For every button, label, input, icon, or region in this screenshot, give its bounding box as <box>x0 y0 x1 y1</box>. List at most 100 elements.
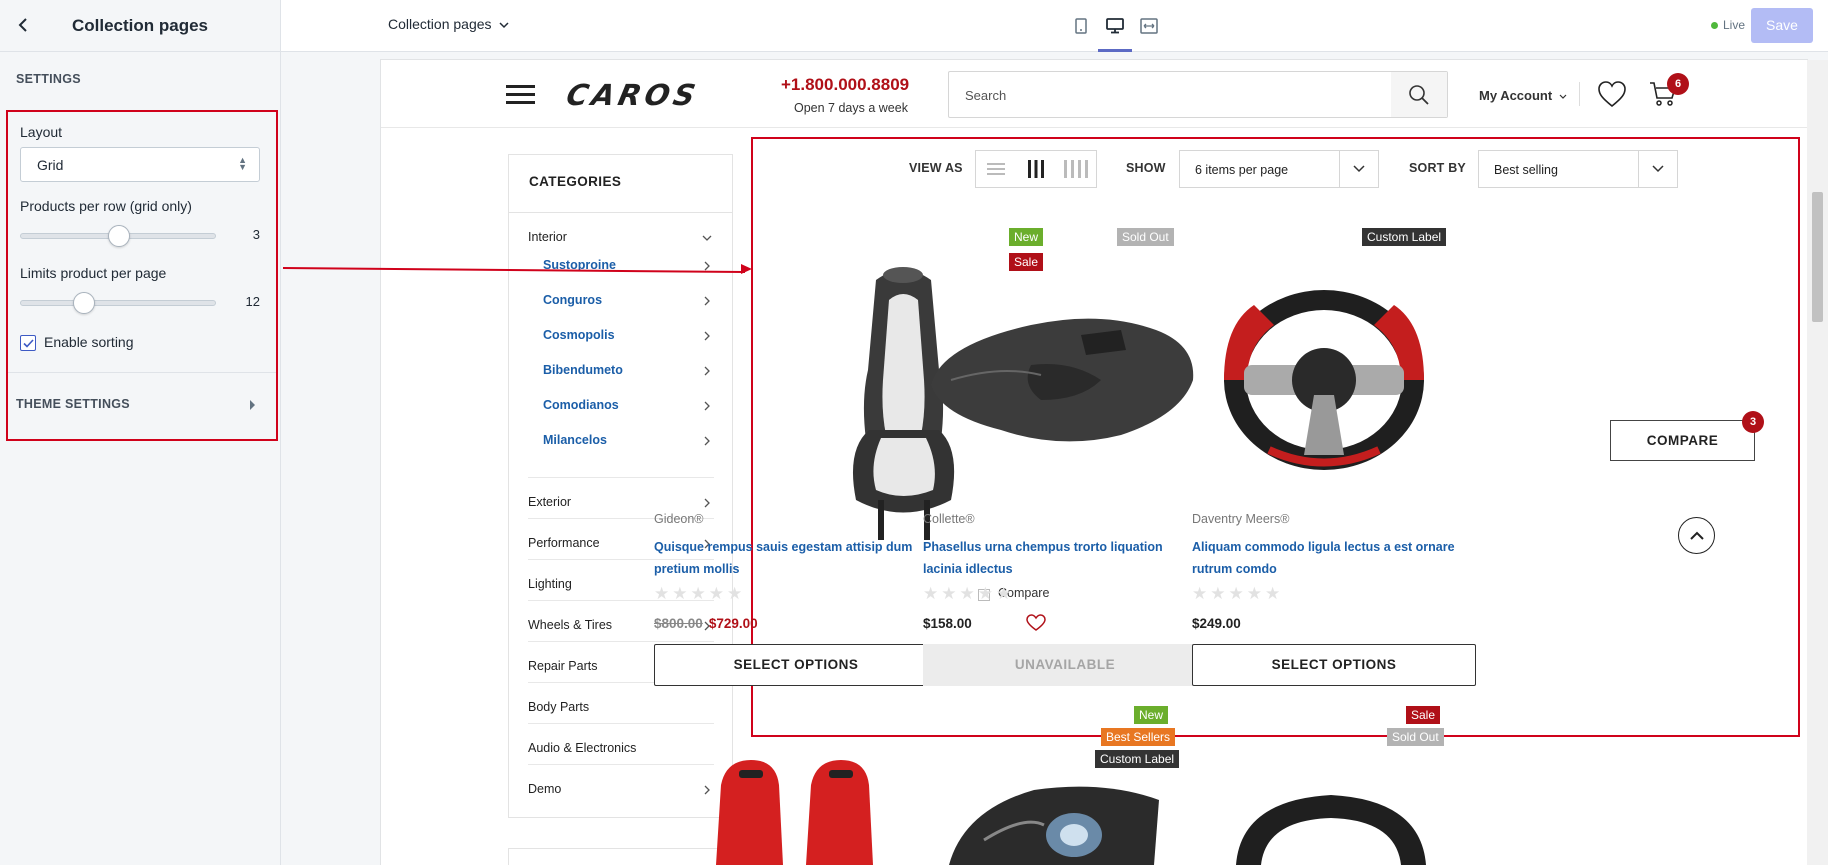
category-item[interactable]: Performance <box>528 536 600 550</box>
badge-custom-label: Custom Label <box>1095 750 1180 768</box>
enable-sorting-label: Enable sorting <box>44 334 134 350</box>
subcategory-item[interactable]: Conguros <box>543 293 602 307</box>
hamburger-menu-icon[interactable] <box>506 85 535 105</box>
sort-value: Best selling <box>1494 163 1558 177</box>
product-image-red-seats[interactable] <box>711 755 886 865</box>
preview-scrollbar[interactable] <box>1807 60 1828 865</box>
list-view-button[interactable] <box>976 151 1016 187</box>
chevron-down-icon <box>1353 165 1365 173</box>
mobile-icon <box>1075 18 1087 34</box>
select-options-button[interactable]: SELECT OPTIONS <box>1192 644 1476 686</box>
active-device-indicator <box>1098 49 1132 52</box>
enable-sorting-checkbox[interactable] <box>20 335 36 351</box>
save-button[interactable]: Save <box>1751 8 1813 43</box>
chevron-right-icon <box>704 331 710 341</box>
page-selector[interactable]: Collection pages <box>388 16 509 32</box>
store-logo[interactable]: CAROS <box>563 78 702 112</box>
select-options-button[interactable]: SELECT OPTIONS <box>654 644 938 686</box>
divider <box>528 723 714 724</box>
layout-label: Layout <box>20 124 63 140</box>
category-interior[interactable]: Interior <box>528 230 567 244</box>
layout-select[interactable]: Grid ▲ ▼ <box>20 147 260 182</box>
subcategory-item[interactable]: Comodianos <box>543 398 619 412</box>
list-view-icon <box>987 163 1005 175</box>
products-per-row-slider[interactable] <box>20 225 216 247</box>
divider <box>8 372 276 373</box>
product-title[interactable]: Quisque rempus sauis egestam attisip dum… <box>654 536 930 580</box>
product-vendor: Collette® <box>923 512 975 526</box>
desktop-icon <box>1106 18 1124 34</box>
divider <box>1579 82 1580 106</box>
product-image-headlight[interactable] <box>944 780 1164 865</box>
unavailable-button: UNAVAILABLE <box>923 644 1207 686</box>
product-image-steering-wheel-black[interactable] <box>1231 790 1431 865</box>
category-item[interactable]: Body Parts <box>528 700 589 714</box>
divider <box>509 212 732 213</box>
search-input[interactable]: Search <box>948 71 1448 118</box>
add-to-wishlist-button[interactable] <box>1026 614 1046 637</box>
product-image-car-hood[interactable] <box>921 305 1201 455</box>
category-item[interactable]: Repair Parts <box>528 659 597 673</box>
desktop-view-button[interactable] <box>1102 12 1128 40</box>
chevron-right-icon <box>704 296 710 306</box>
sale-price: $729.00 <box>708 616 758 631</box>
category-item[interactable]: Audio & Electronics <box>528 741 636 755</box>
search-button[interactable] <box>1391 72 1447 117</box>
category-item[interactable]: Wheels & Tires <box>528 618 612 632</box>
product-image-steering-wheel[interactable] <box>1219 285 1429 475</box>
chevron-down-icon <box>1652 165 1664 173</box>
product-vendor: Daventry Meers® <box>1192 512 1290 526</box>
grid-4-icon <box>1064 160 1088 178</box>
sort-select[interactable]: Best selling <box>1478 150 1678 188</box>
category-item[interactable]: Exterior <box>528 495 571 509</box>
chevron-up-icon <box>1689 531 1704 540</box>
divider <box>528 477 714 478</box>
editor-topbar: Collection pages Live Save <box>281 0 1828 52</box>
account-menu[interactable]: My Account <box>1479 88 1567 103</box>
limits-slider[interactable] <box>20 292 216 314</box>
grid-4-view-button[interactable] <box>1056 151 1096 187</box>
live-dot-icon <box>1711 22 1718 30</box>
back-to-top-button[interactable] <box>1678 517 1715 554</box>
badge-new: New <box>1134 706 1169 724</box>
category-item[interactable]: Demo <box>528 782 561 796</box>
live-status: Live <box>1711 18 1745 32</box>
compare-floating-button[interactable]: COMPARE <box>1610 420 1755 461</box>
full-width-icon <box>1140 18 1158 34</box>
full-width-view-button[interactable] <box>1136 12 1162 40</box>
items-per-page-select[interactable]: 6 items per page <box>1179 150 1379 188</box>
chevron-down-icon <box>1559 94 1567 99</box>
product-price: $800.00 $729.00 <box>654 616 758 631</box>
cart-count-badge: 6 <box>1667 73 1689 95</box>
compare-count-badge: 3 <box>1742 411 1764 433</box>
category-item[interactable]: Lighting <box>528 577 572 591</box>
slider-thumb[interactable] <box>108 225 130 247</box>
theme-settings-toggle[interactable]: THEME SETTINGS <box>16 397 130 411</box>
dropdown-button[interactable] <box>1339 151 1378 187</box>
wishlist-button[interactable] <box>1597 80 1627 113</box>
checkmark-icon <box>22 338 34 348</box>
subcategory-item[interactable]: Bibendumeto <box>543 363 623 377</box>
subcategory-item[interactable]: Cosmopolis <box>543 328 615 342</box>
search-placeholder: Search <box>965 88 1007 103</box>
grid-3-view-button[interactable] <box>1016 151 1056 187</box>
chevron-right-icon <box>704 498 710 508</box>
products-per-row-label: Products per row (grid only) <box>20 198 192 214</box>
product-title[interactable]: Aliquam commodo ligula lectus a est orna… <box>1192 536 1468 580</box>
store-phone: +1.800.000.8809 <box>781 75 910 94</box>
secondary-sidebar-panel <box>508 848 733 865</box>
scrollbar-thumb[interactable] <box>1812 192 1823 322</box>
back-button[interactable] <box>12 14 34 36</box>
badge-sale: Sale <box>1009 253 1044 271</box>
limits-label: Limits product per page <box>20 265 167 281</box>
product-title[interactable]: Phasellus urna chempus trorto liquation … <box>923 536 1199 580</box>
rating-stars: ★★★★★ <box>1192 584 1284 603</box>
dropdown-button[interactable] <box>1638 151 1677 187</box>
slider-thumb[interactable] <box>73 292 95 314</box>
mobile-view-button[interactable] <box>1068 12 1094 40</box>
product-price: $249.00 <box>1192 616 1241 631</box>
badge-sale: Sale <box>1406 706 1441 724</box>
show-label: SHOW <box>1126 161 1166 175</box>
chevron-down-icon[interactable] <box>700 231 714 245</box>
subcategory-item[interactable]: Milancelos <box>543 433 607 447</box>
